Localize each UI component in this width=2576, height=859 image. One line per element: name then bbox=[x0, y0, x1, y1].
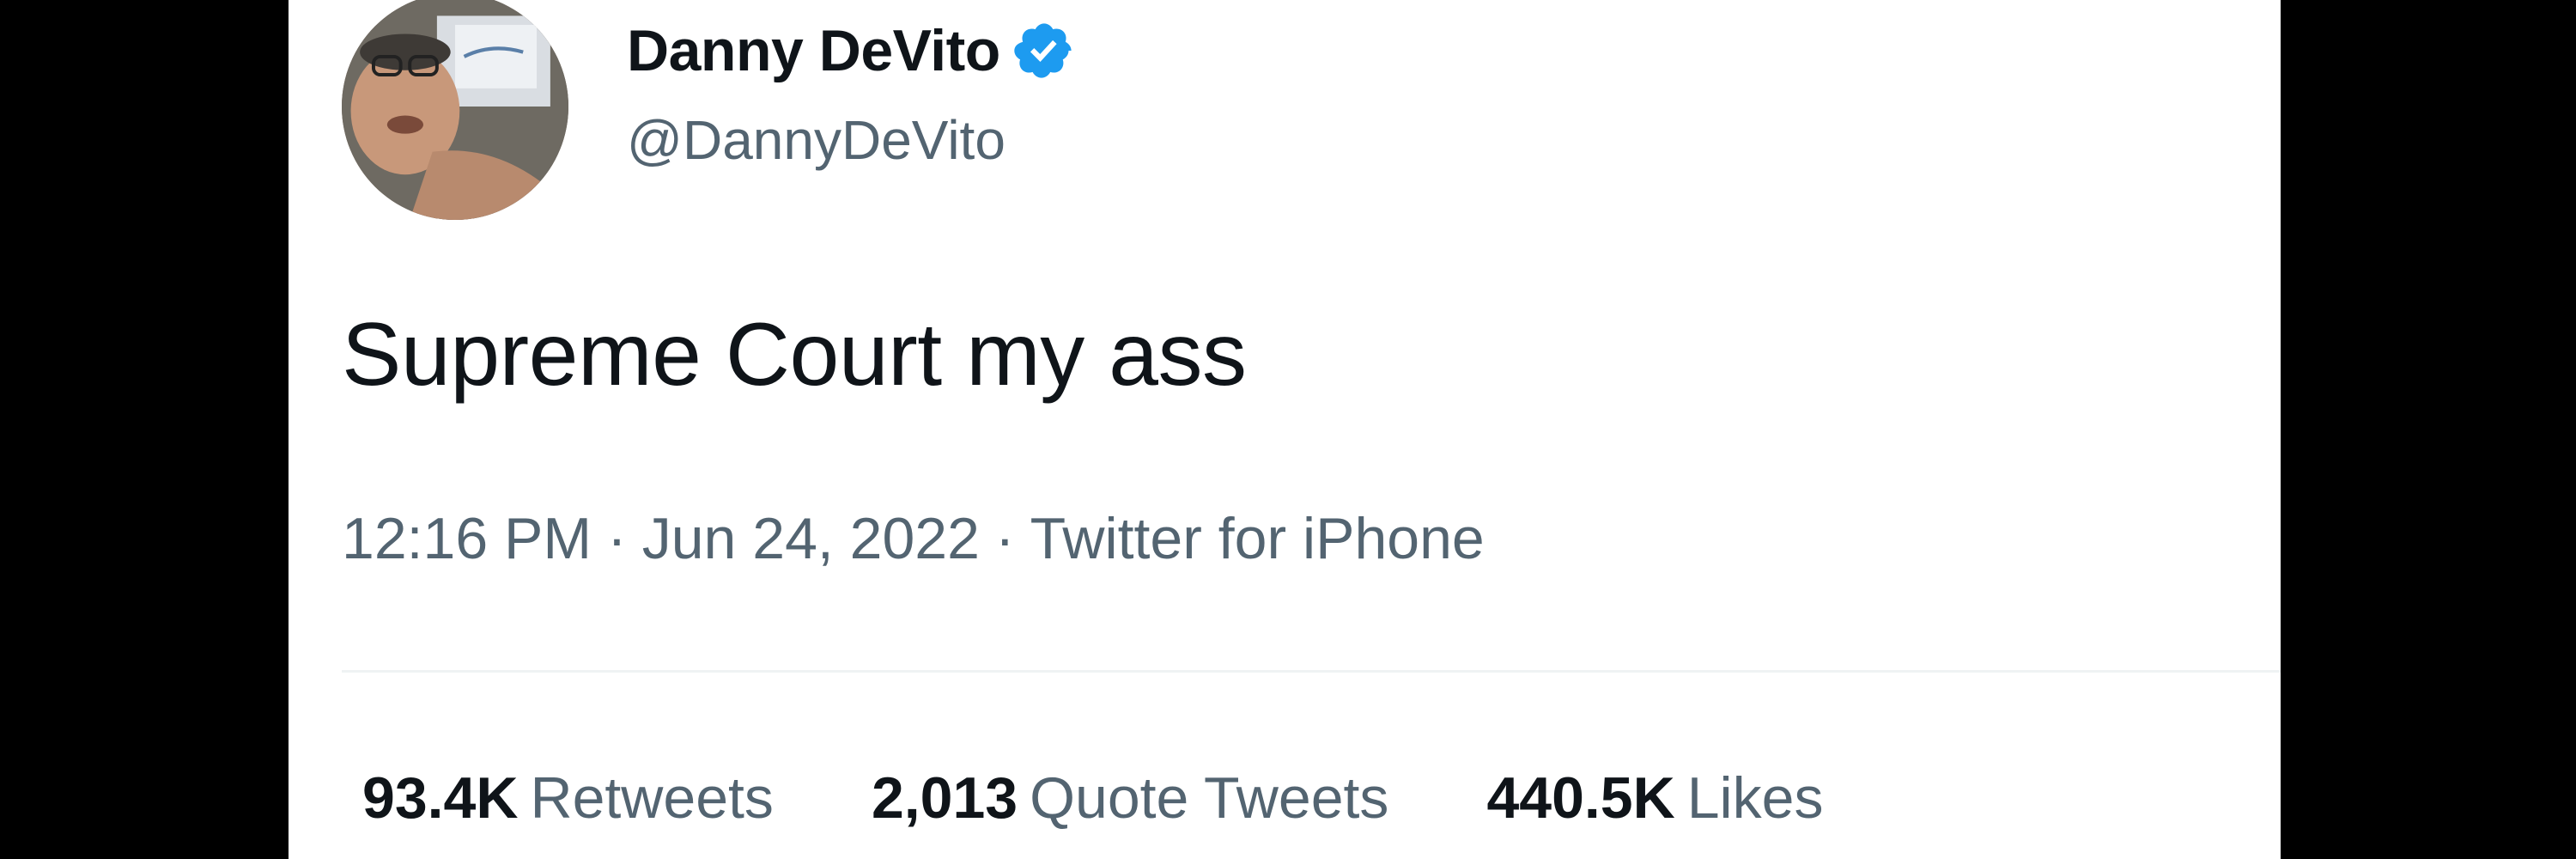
meta-separator: · bbox=[607, 506, 627, 571]
likes-label: Likes bbox=[1686, 765, 1824, 831]
screenshot-frame: Danny DeVito @DannyDeVito Supreme Court … bbox=[0, 0, 2576, 859]
quote-tweets-stat[interactable]: 2,013 Quote Tweets bbox=[872, 765, 1389, 832]
retweets-count: 93.4K bbox=[362, 765, 519, 831]
retweets-label: Retweets bbox=[530, 765, 774, 831]
tweet-source[interactable]: Twitter for iPhone bbox=[1030, 505, 1485, 572]
quote-tweets-label: Quote Tweets bbox=[1030, 765, 1389, 831]
tweet-card: Danny DeVito @DannyDeVito Supreme Court … bbox=[289, 0, 2281, 859]
tweet-time[interactable]: 12:16 PM bbox=[342, 505, 592, 572]
avatar[interactable] bbox=[342, 0, 568, 220]
author-handle[interactable]: @DannyDeVito bbox=[627, 108, 1005, 172]
likes-count: 440.5K bbox=[1486, 765, 1675, 831]
tweet-text: Supreme Court my ass bbox=[342, 305, 1247, 405]
verified-badge-icon bbox=[1012, 19, 1076, 82]
meta-separator: · bbox=[994, 506, 1015, 571]
quote-tweets-count: 2,013 bbox=[871, 765, 1018, 831]
author-name-row: Danny DeVito bbox=[627, 12, 1076, 89]
likes-stat[interactable]: 440.5K Likes bbox=[1486, 765, 1823, 832]
author-display-name[interactable]: Danny DeVito bbox=[627, 17, 1000, 84]
retweets-stat[interactable]: 93.4K Retweets bbox=[362, 765, 774, 832]
tweet-meta: 12:16 PM · Jun 24, 2022 · Twitter for iP… bbox=[342, 505, 1485, 572]
engagement-stats: 93.4K Retweets 2,013 Quote Tweets 440.5K… bbox=[362, 765, 1921, 832]
divider bbox=[342, 670, 2281, 673]
tweet-date[interactable]: Jun 24, 2022 bbox=[642, 505, 980, 572]
avatar-photo bbox=[342, 0, 568, 220]
